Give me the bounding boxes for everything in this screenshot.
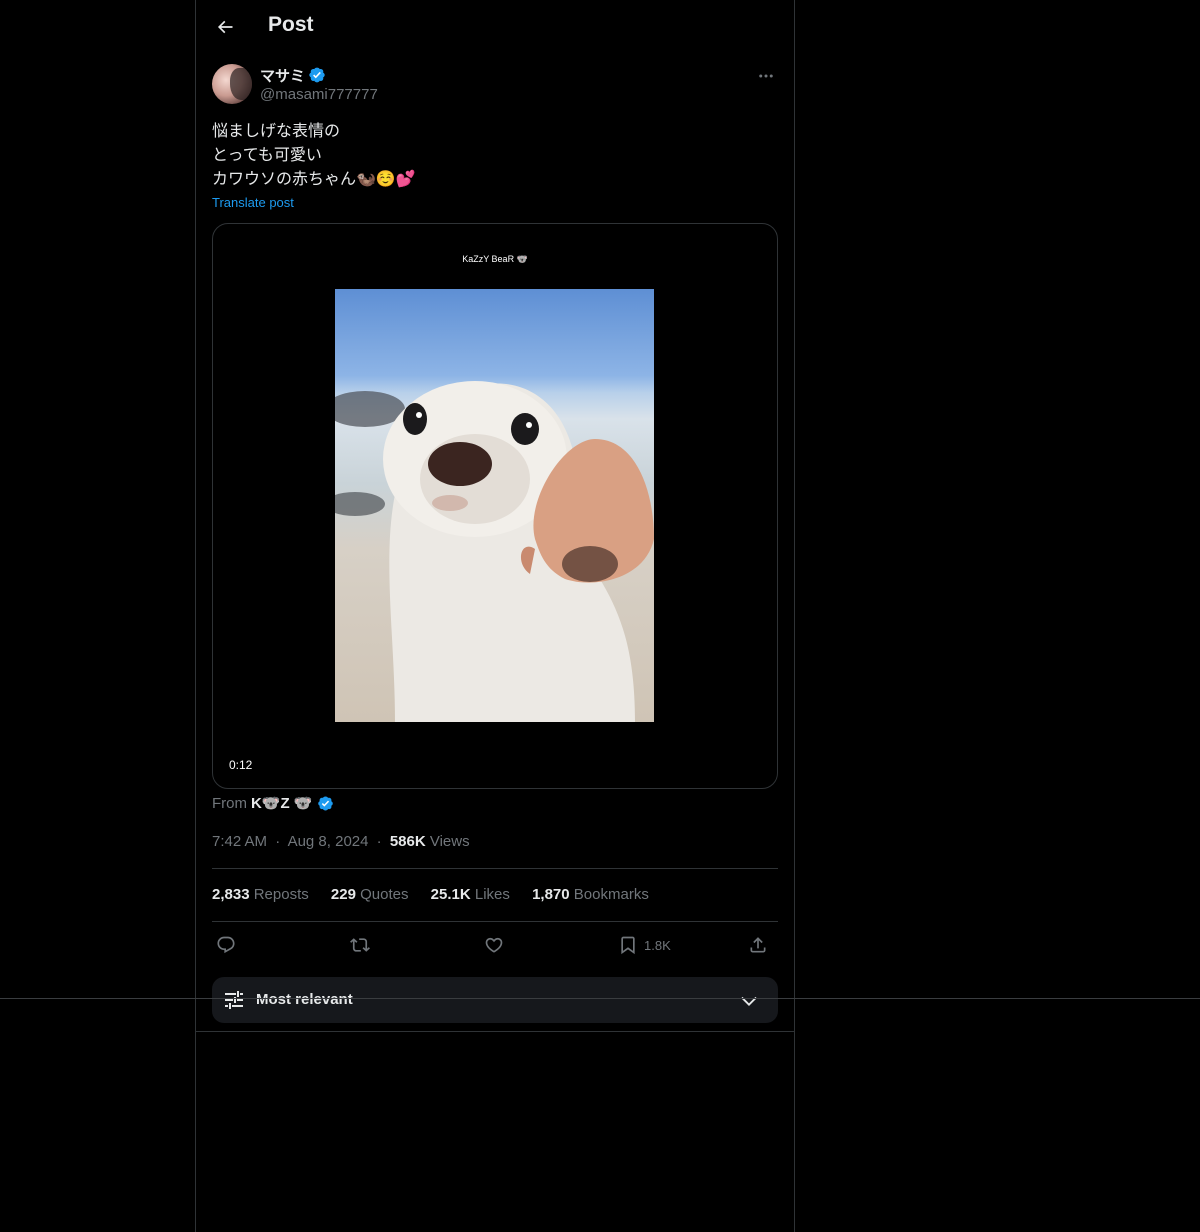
- divider: [212, 868, 778, 869]
- author-handle[interactable]: @masami777777: [260, 86, 378, 103]
- stat-likes[interactable]: 25.1K Likes: [431, 886, 510, 903]
- reply-button[interactable]: [216, 932, 236, 958]
- post-date[interactable]: Aug 8, 2024: [288, 833, 369, 850]
- views-count: 586K: [389, 833, 426, 850]
- reply-sort-dropdown[interactable]: Most relevant: [212, 977, 778, 1023]
- video-player[interactable]: KaZzY BeaR 🐨 0:12: [212, 223, 778, 789]
- source-account[interactable]: K🐨Z 🐨: [251, 794, 313, 812]
- share-button[interactable]: [748, 932, 768, 958]
- post-text: 悩ましげな表情の とっても可愛い カワウソの赤ちゃん🦦☺️💕: [212, 119, 778, 191]
- video-watermark: KaZzY BeaR 🐨: [462, 254, 528, 264]
- divider: [196, 1031, 794, 1032]
- meta-separator: ·: [376, 833, 382, 850]
- video-duration: 0:12: [229, 758, 253, 772]
- more-options-button[interactable]: [754, 64, 778, 88]
- post-text-line: 悩ましげな表情の: [212, 121, 341, 140]
- chevron-down-icon: [741, 996, 757, 1006]
- reply-icon: [217, 936, 235, 954]
- share-icon: [750, 937, 766, 953]
- translate-post-link[interactable]: Translate post: [212, 195, 294, 210]
- video-frame[interactable]: [335, 289, 654, 722]
- page-title: Post: [268, 13, 314, 36]
- divider: [212, 921, 778, 922]
- post-time[interactable]: 7:42 AM: [212, 833, 267, 850]
- back-button[interactable]: [208, 10, 242, 44]
- source-prefix: From: [212, 794, 247, 812]
- main-column: Post マサミ @masami777777 悩ましげな表情の とっても可愛い …: [195, 0, 795, 1232]
- sort-label: Most relevant: [256, 991, 353, 1008]
- post-author: マサミ @masami777777: [212, 64, 778, 108]
- more-dots-icon: [759, 74, 773, 78]
- post-meta: 7:42 AM · Aug 8, 2024 · 586K Views: [212, 833, 470, 850]
- meta-separator: ·: [275, 833, 281, 850]
- stat-quotes[interactable]: 229 Quotes: [331, 886, 409, 903]
- avatar[interactable]: [212, 64, 252, 104]
- like-button[interactable]: [484, 932, 504, 958]
- stat-bookmarks[interactable]: 1,870 Bookmarks: [532, 886, 649, 903]
- bookmark-icon: [621, 936, 635, 955]
- page-guide-line: [0, 998, 1200, 999]
- video-source: From K🐨Z 🐨: [212, 794, 334, 812]
- stat-reposts[interactable]: 2,833 Reposts: [212, 886, 309, 903]
- heart-icon: [485, 937, 503, 953]
- bookmark-button[interactable]: 1.8K: [618, 932, 671, 958]
- post-header: Post: [196, 0, 794, 53]
- post-actions: 1.8K: [212, 932, 778, 958]
- filter-sliders-icon: [225, 991, 243, 1009]
- post-text-line: カワウソの赤ちゃん🦦☺️💕: [212, 169, 416, 188]
- views-label: Views: [429, 833, 470, 850]
- verified-badge-icon[interactable]: [308, 66, 326, 84]
- author-display-name[interactable]: マサミ: [260, 65, 305, 86]
- arrow-left-icon: [217, 20, 233, 34]
- repost-button[interactable]: [350, 932, 370, 958]
- verified-badge-icon: [317, 796, 333, 810]
- repost-icon: [350, 938, 370, 952]
- post-text-line: とっても可愛い: [212, 145, 322, 164]
- bookmark-count: 1.8K: [644, 937, 671, 953]
- post-stats: 2,833 Reposts 229 Quotes 25.1K Likes 1,8…: [212, 886, 667, 903]
- baby-otter-image: [335, 381, 654, 722]
